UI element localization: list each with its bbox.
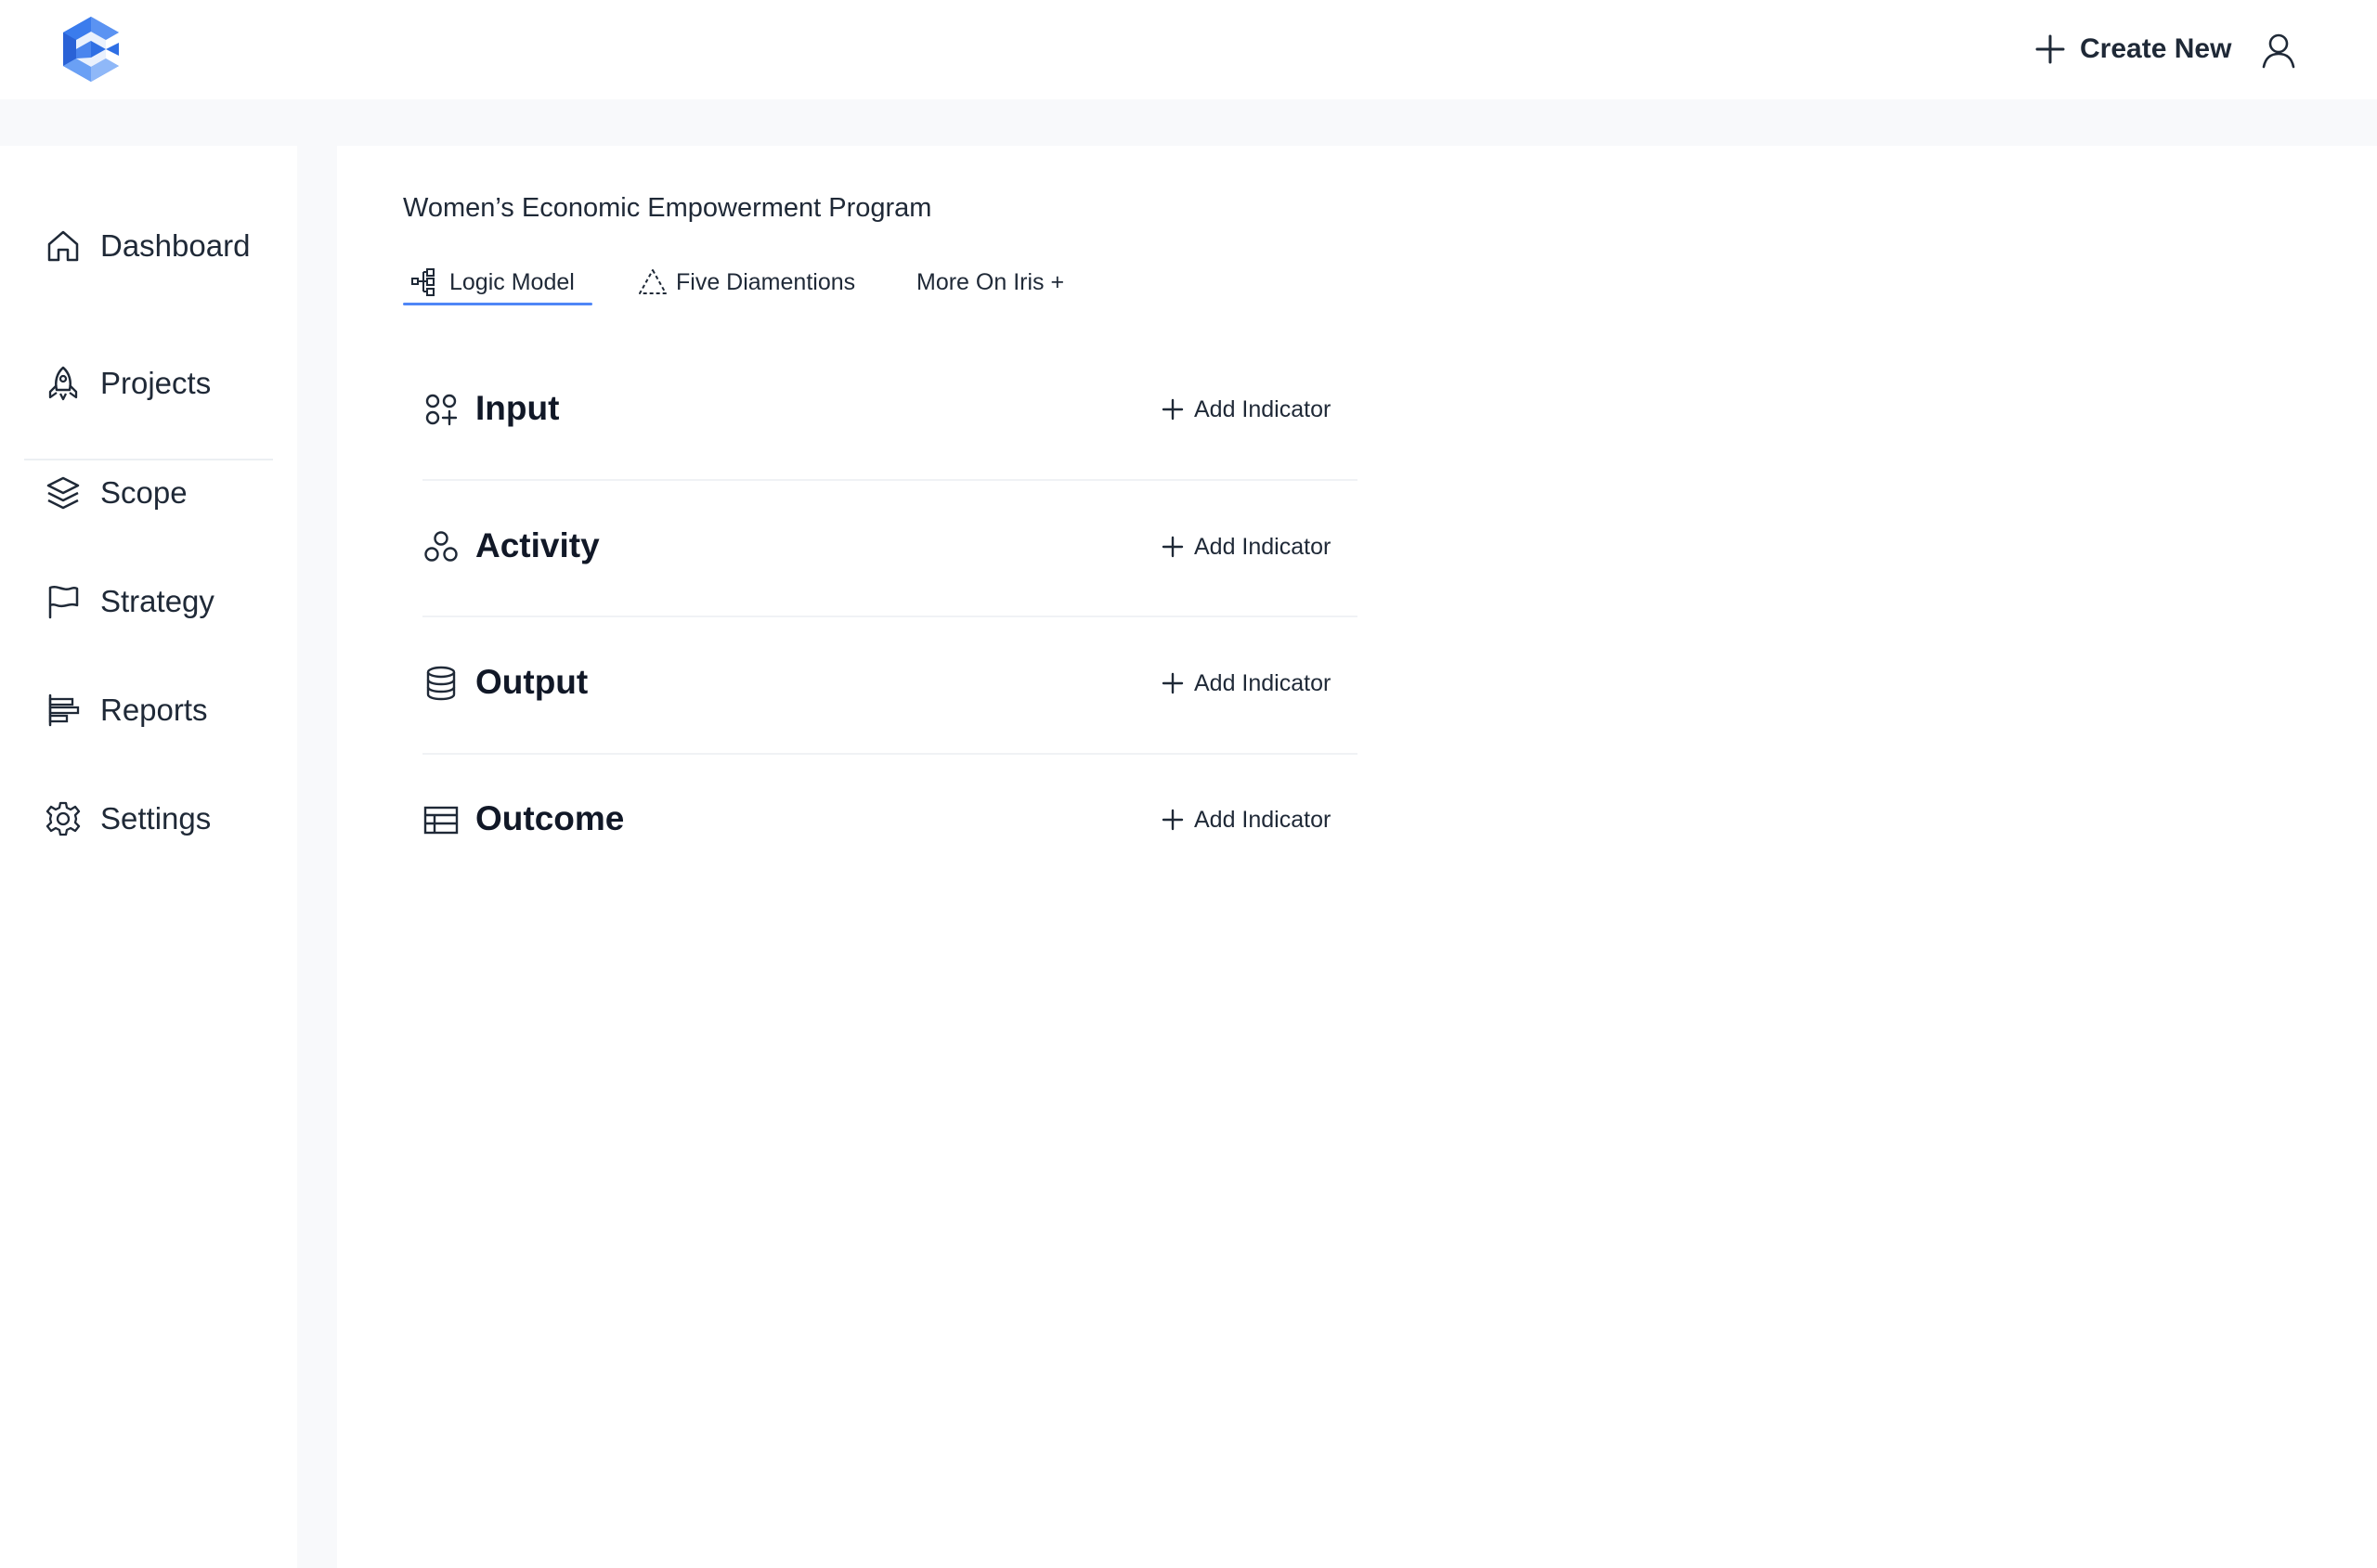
top-bar: Create New (0, 0, 2377, 99)
plus-icon (1162, 672, 1184, 694)
app-logo-icon[interactable] (59, 15, 123, 84)
circles-icon (424, 531, 458, 562)
section-title: Outcome (475, 799, 625, 837)
section-activity: Activity Add Indicator (422, 514, 1357, 579)
sidebar-item-label: Settings (100, 801, 212, 836)
section-divider (422, 479, 1357, 481)
plus-icon (1162, 809, 1184, 831)
table-icon (423, 806, 459, 835)
tab-logic-model[interactable]: Logic Model (410, 260, 575, 305)
home-icon (47, 230, 79, 262)
add-indicator-label: Add Indicator (1194, 395, 1331, 422)
sidebar: Dashboard Projects Scope Strategy Report… (0, 146, 297, 1568)
add-indicator-button[interactable]: Add Indicator (1161, 392, 1331, 427)
sidebar-item-projects[interactable]: Projects (45, 357, 211, 409)
header-band (0, 99, 2377, 146)
add-indicator-label: Add Indicator (1194, 669, 1331, 696)
sidebar-item-label: Projects (100, 366, 212, 400)
user-icon[interactable] (2260, 32, 2297, 69)
bar-chart-icon (48, 693, 80, 727)
plus-icon (1162, 536, 1184, 558)
section-title: Output (475, 663, 589, 701)
flow-icon (411, 268, 435, 296)
section-outcome: Outcome Add Indicator (422, 787, 1357, 852)
add-indicator-label: Add Indicator (1194, 806, 1331, 833)
grid-plus-icon (425, 394, 458, 426)
main-panel (337, 146, 2377, 1568)
database-icon (426, 666, 456, 701)
sidebar-item-dashboard[interactable]: Dashboard (45, 220, 250, 272)
add-indicator-button[interactable]: Add Indicator (1161, 802, 1331, 837)
sidebar-divider (24, 459, 273, 460)
create-new-button[interactable]: Create New (2033, 28, 2231, 71)
active-tab-indicator (403, 303, 592, 305)
section-output: Output Add Indicator (422, 651, 1357, 716)
plus-icon (2035, 34, 2065, 64)
sidebar-item-scope[interactable]: Scope (45, 467, 188, 519)
tab-more-on-iris[interactable]: More On Iris + (916, 260, 1064, 305)
add-indicator-label: Add Indicator (1194, 533, 1331, 560)
add-indicator-button[interactable]: Add Indicator (1161, 529, 1331, 564)
section-title: Activity (475, 526, 600, 564)
sidebar-item-label: Strategy (100, 584, 214, 618)
sidebar-item-settings[interactable]: Settings (45, 793, 211, 845)
layout-gutter (297, 146, 337, 1568)
plus-icon (1162, 398, 1184, 421)
tab-label: Logic Model (449, 268, 575, 295)
section-input: Input Add Indicator (422, 377, 1357, 442)
layers-icon (46, 476, 80, 510)
sidebar-item-label: Dashboard (100, 228, 251, 263)
sidebar-item-strategy[interactable]: Strategy (45, 576, 214, 628)
flag-icon (48, 586, 79, 619)
page-title: Women’s Economic Empowerment Program (403, 193, 932, 223)
section-divider (422, 753, 1357, 755)
tab-five-diamentions[interactable]: Five Diamentions (637, 260, 855, 305)
section-title: Input (475, 389, 560, 427)
sidebar-item-label: Reports (100, 693, 208, 727)
section-divider (422, 616, 1357, 617)
add-indicator-button[interactable]: Add Indicator (1161, 666, 1331, 701)
tab-label: More On Iris + (916, 268, 1065, 295)
tab-label: Five Diamentions (676, 268, 856, 295)
create-new-label: Create New (2080, 33, 2232, 64)
sidebar-item-label: Scope (100, 475, 188, 510)
rocket-icon (48, 366, 78, 401)
gear-icon (45, 801, 81, 836)
sidebar-item-reports[interactable]: Reports (45, 684, 208, 736)
triangle-dashed-icon (639, 269, 667, 294)
